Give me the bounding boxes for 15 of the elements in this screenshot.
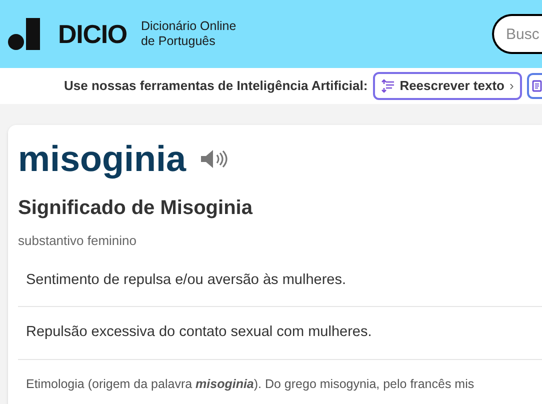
meaning-heading: Significado de Misoginia	[18, 196, 254, 221]
definition-text: Sentimento de repulsa e/ou aversão às mulheres.	[18, 254, 542, 308]
entry-word: misoginia	[18, 139, 186, 179]
word-class: substantivo feminino	[18, 232, 138, 250]
definition-text: Repulsão excessiva do contato sexual com mulheres.	[18, 307, 542, 360]
rewrite-icon	[380, 79, 395, 93]
document-icon	[532, 80, 542, 92]
etymology-text: Etimologia (origem da palavra misoginia). Do grego misogynia, pelo francês mis	[25, 376, 476, 393]
ai-tools-label: Use nossas ferramentas de Inteligência Artificial:	[64, 77, 368, 96]
ai-tool-button[interactable]	[526, 73, 542, 99]
search-field[interactable]: Busc	[492, 14, 542, 54]
ai-tool-button[interactable]: Reescrever texto ›	[372, 72, 522, 100]
speaker-icon[interactable]	[200, 149, 228, 169]
logo-text[interactable]: DICIO	[58, 14, 127, 54]
site-tagline: Dicionário Online de Português	[140, 19, 236, 49]
